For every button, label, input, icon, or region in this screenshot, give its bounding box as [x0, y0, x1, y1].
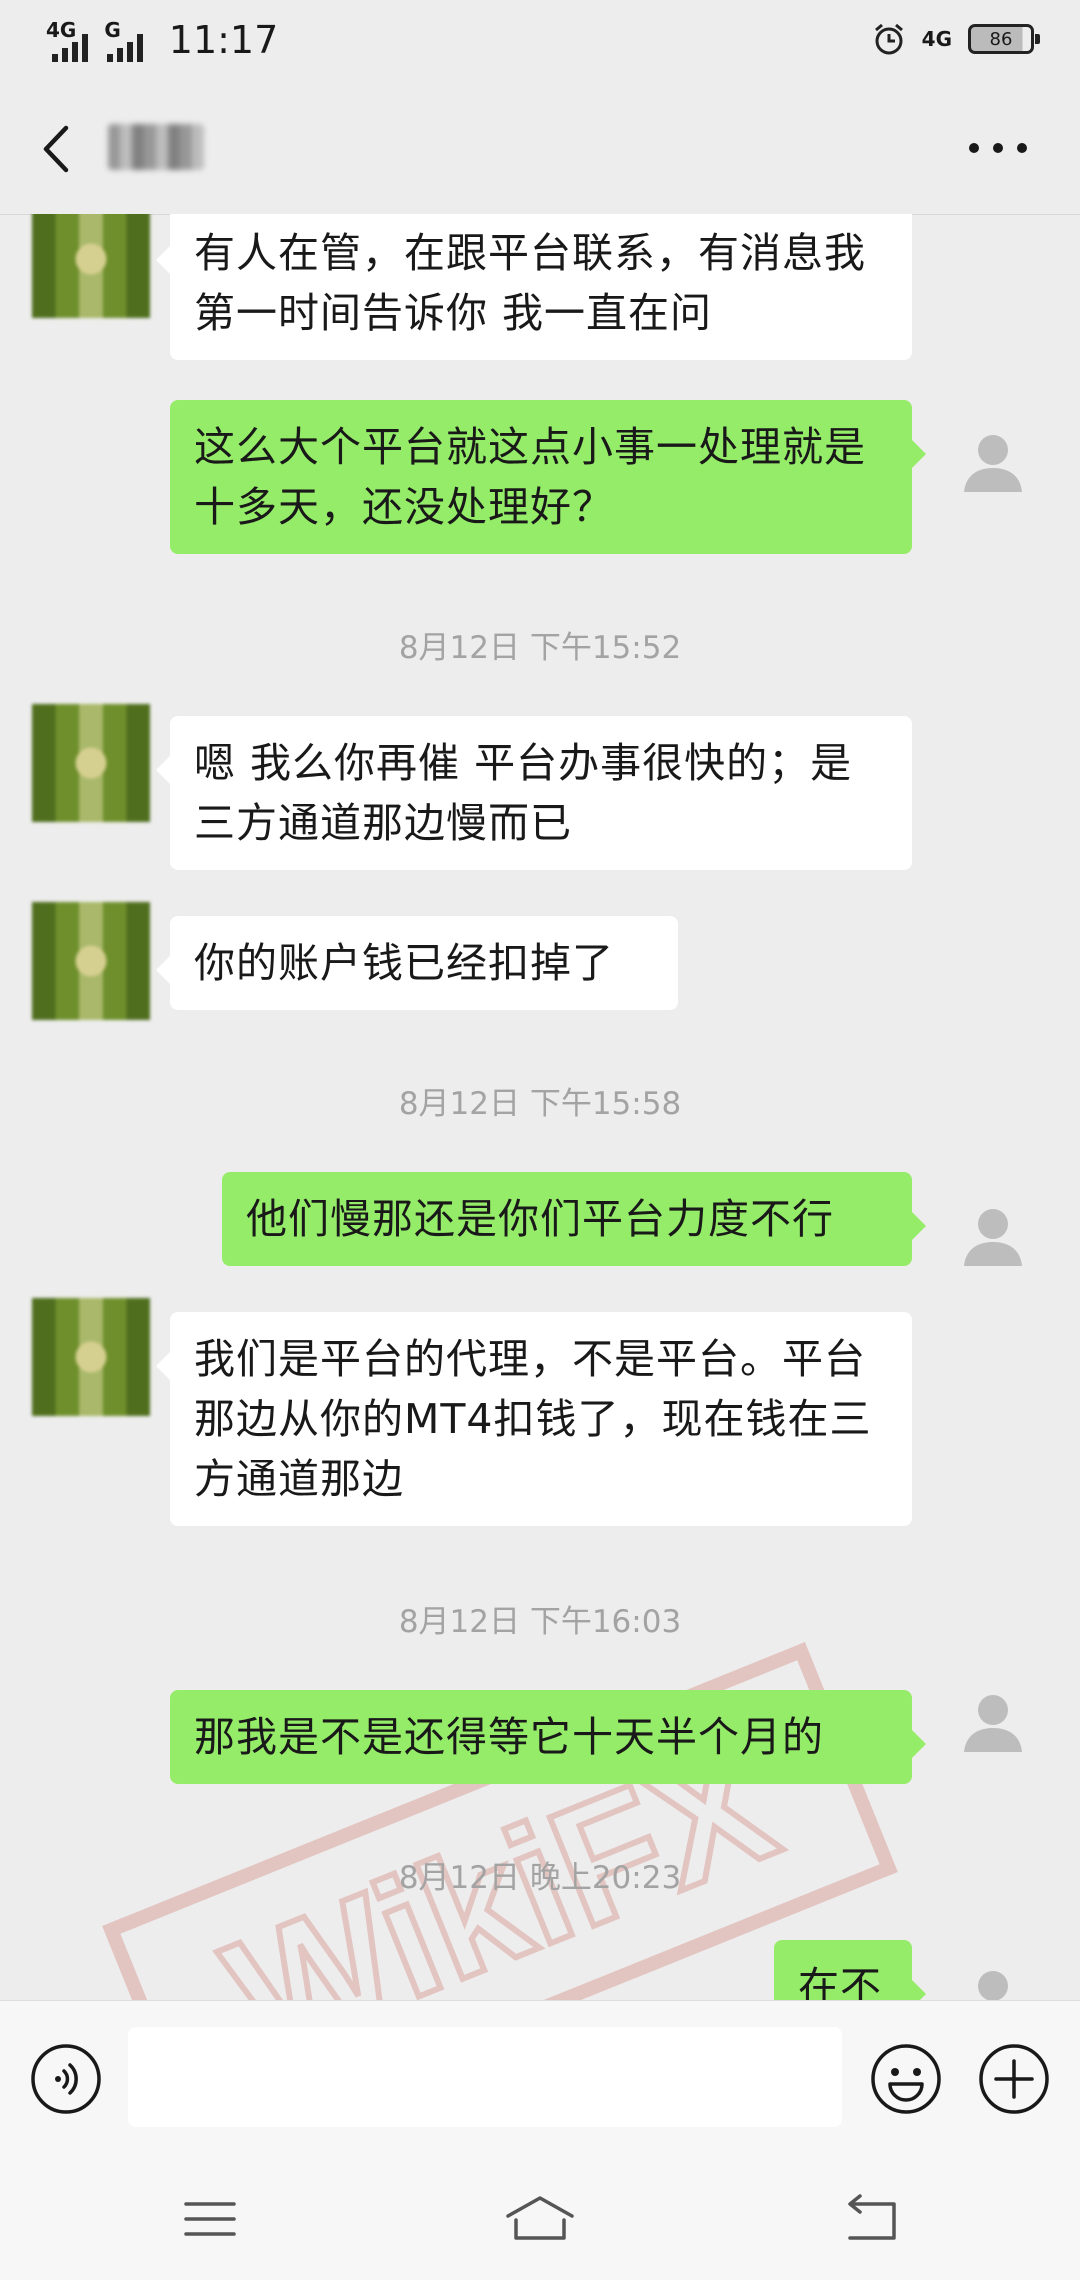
input-bar	[0, 2000, 1080, 2151]
timestamp: 8月12日 下午16:03	[398, 1604, 682, 1640]
signal-2: G	[104, 18, 143, 62]
message-bubble-sent[interactable]: 这么大个平台就这点小事一处理就是十多天，还没处理好？	[170, 400, 926, 554]
back-arrow-icon[interactable]	[36, 122, 76, 176]
battery-icon: 86	[968, 24, 1040, 54]
message-bubble-received[interactable]: 我们是平台的代理，不是平台。平台那边从你的MT4扣钱了，现在钱在三方通道那边	[156, 1312, 912, 1526]
network-type-1: 4G	[46, 18, 77, 42]
signal-1: 4G	[46, 18, 89, 62]
system-nav-bar	[0, 2150, 1080, 2280]
message-bubble-received[interactable]: 你的账户钱已经扣掉了	[156, 916, 678, 1010]
home-icon[interactable]	[504, 2194, 576, 2244]
timestamp: 8月12日 晚上20:23	[398, 1860, 682, 1896]
plus-icon[interactable]	[978, 2043, 1050, 2115]
network-type-right: 4G	[921, 27, 952, 51]
chat-header	[0, 84, 1080, 215]
timestamp: 8月12日 下午15:58	[398, 1086, 682, 1122]
emoji-icon[interactable]	[870, 2043, 942, 2115]
more-options-icon[interactable]	[968, 142, 1028, 154]
alarm-icon	[874, 23, 903, 55]
user-avatar-icon[interactable]	[952, 1194, 1034, 1276]
battery-level: 86	[989, 28, 1013, 50]
timestamp: 8月12日 下午15:52	[398, 630, 682, 666]
message-bubble-sent[interactable]: 那我是不是还得等它十天半个月的	[170, 1690, 926, 1784]
message-bubble-received[interactable]: 有人在管，在跟平台联系，有消息我第一时间告诉你 我一直在问	[156, 214, 912, 360]
message-list[interactable]: 有人在管，在跟平台联系，有消息我第一时间告诉你 我一直在问 这么大个平台就这点小…	[0, 214, 1080, 2000]
contact-avatar[interactable]	[32, 902, 150, 1020]
back-icon[interactable]	[840, 2194, 900, 2244]
message-bubble-sent[interactable]: 他们慢那还是你们平台力度不行	[222, 1172, 926, 1266]
user-avatar-icon[interactable]	[952, 1680, 1034, 1762]
message-bubble-received[interactable]: 嗯 我么你再催 平台办事很快的；是三方通道那边慢而已	[156, 716, 912, 870]
status-right: 4G 86	[872, 22, 1040, 56]
message-input[interactable]	[128, 2027, 842, 2127]
message-bubble-sent[interactable]: 在不	[774, 1940, 926, 2000]
user-avatar-icon[interactable]	[952, 420, 1034, 502]
voice-icon[interactable]	[30, 2043, 102, 2115]
contact-avatar[interactable]	[32, 214, 150, 318]
clock: 11:17	[168, 18, 279, 62]
contact-name-blurred	[108, 124, 204, 170]
status-bar: 4G G 11:17 4G 86	[0, 0, 1080, 84]
status-left: 4G G 11:17	[46, 18, 278, 62]
contact-avatar[interactable]	[32, 704, 150, 822]
user-avatar-icon[interactable]	[952, 1956, 1034, 2000]
contact-avatar[interactable]	[32, 1298, 150, 1416]
menu-icon[interactable]	[180, 2194, 240, 2244]
network-type-2: G	[104, 18, 121, 42]
